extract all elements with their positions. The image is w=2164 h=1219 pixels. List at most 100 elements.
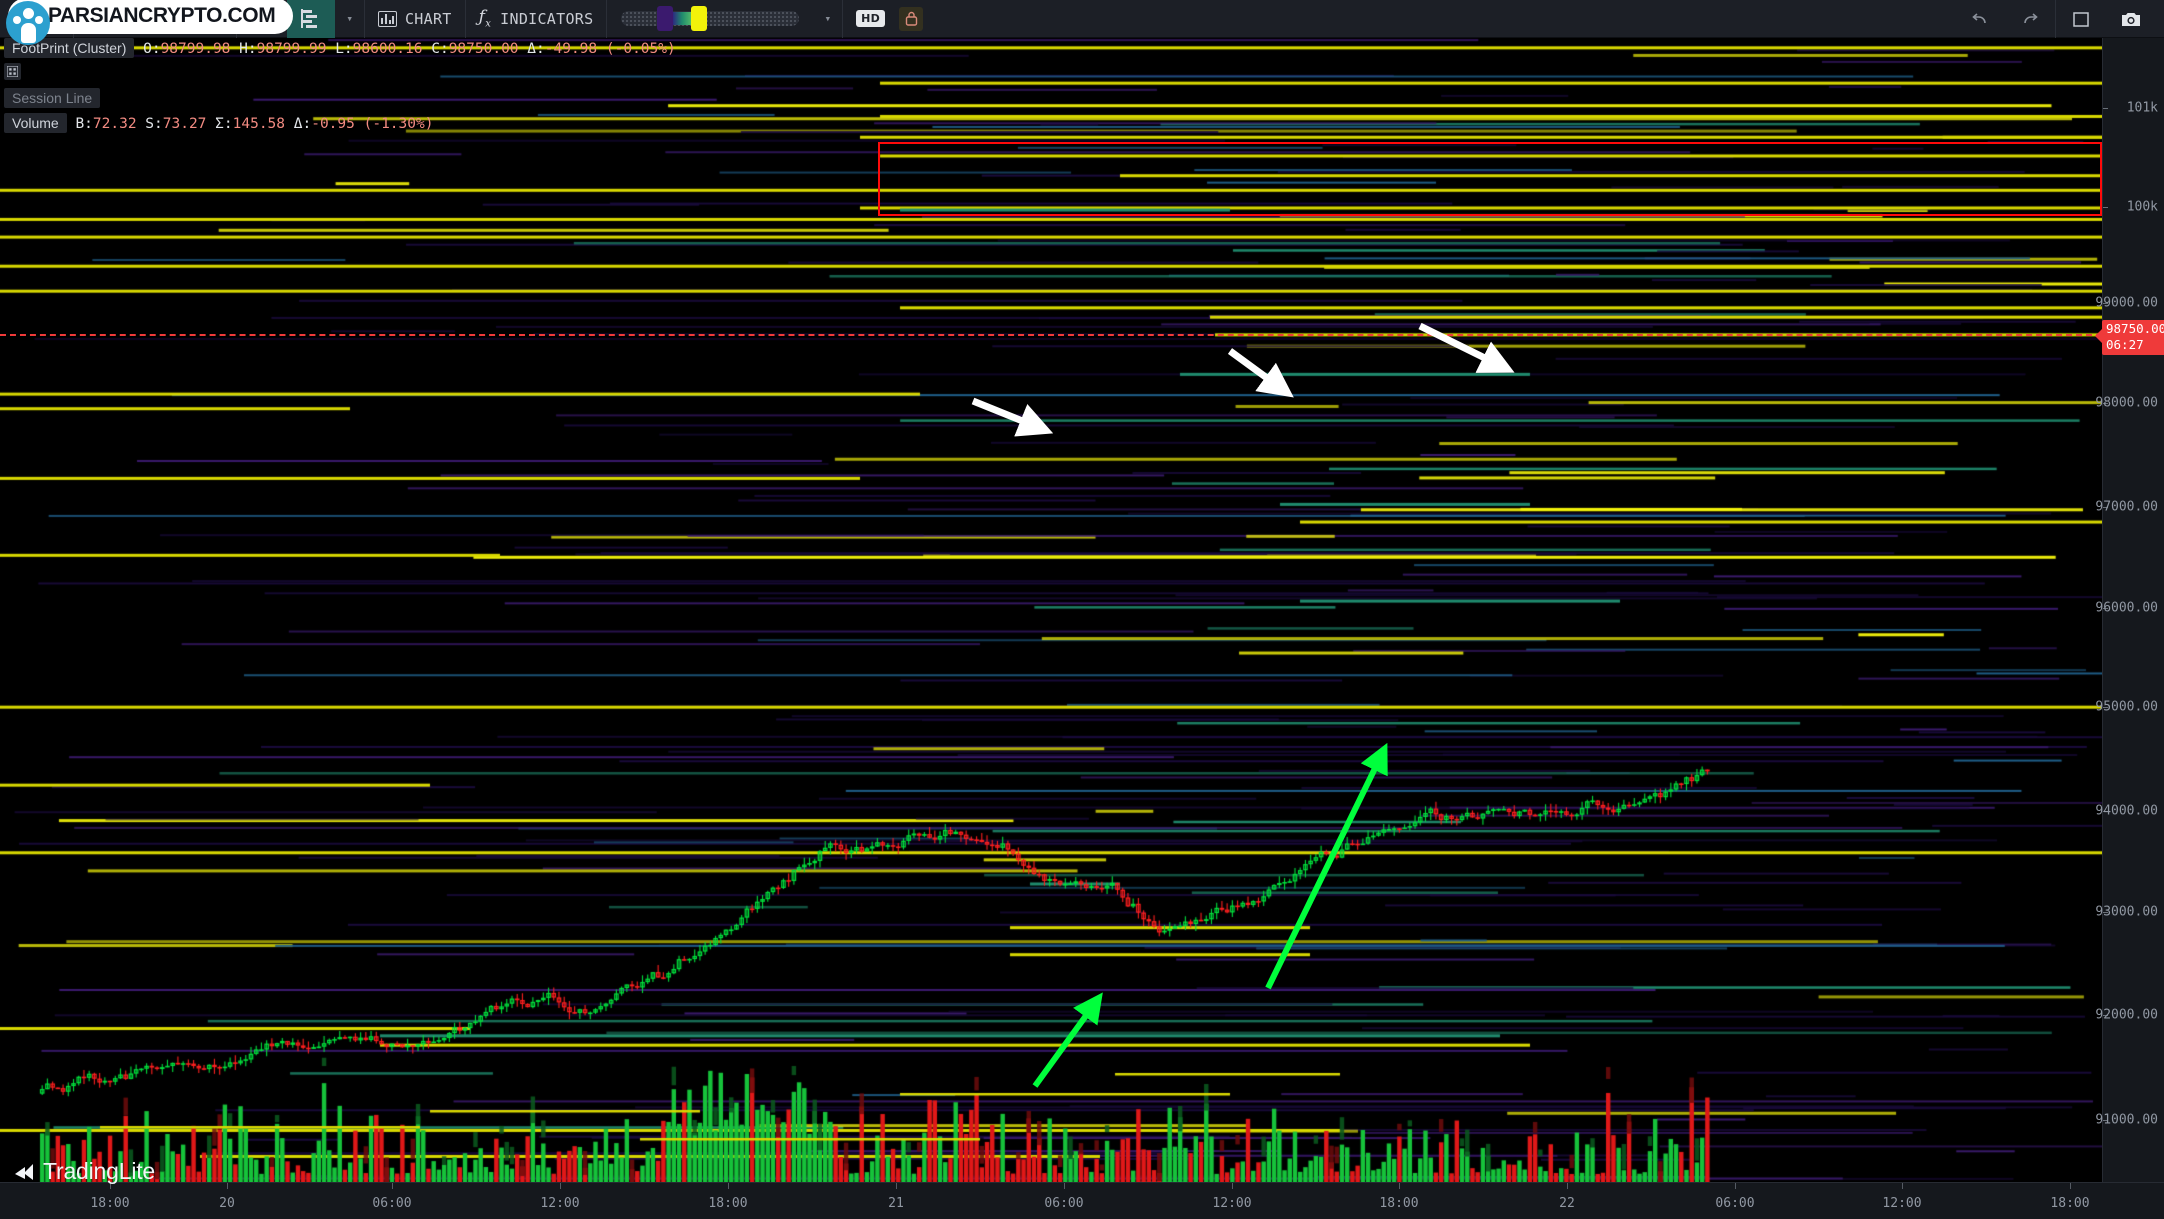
lock-icon[interactable]: [899, 6, 924, 31]
layers-icon: [301, 8, 321, 29]
ohlc-high-value: 98799.99: [256, 41, 327, 57]
ohlc-close-value: 98750.00: [448, 41, 519, 57]
top-toolbar: BINANCE BTCUSDT 1m 1h 1D ▾ ▾: [0, 0, 2164, 38]
gradient-preview: [673, 12, 692, 25]
redo-icon: [2024, 12, 2038, 23]
price-tick: [2103, 207, 2108, 208]
hd-quality-button[interactable]: HD: [843, 0, 936, 38]
volume-delta-label: Δ:: [293, 116, 312, 132]
volume-legend-row[interactable]: Volume B:72.32 S:73.27 Σ:145.58 Δ:-0.95 …: [4, 113, 434, 133]
last-price-badge[interactable]: 98750.00 06:27: [2095, 320, 2164, 355]
price-axis-label: 95000.00: [2095, 699, 2158, 715]
footprint-legend-row[interactable]: FootPrint (Cluster) O:98799.98 H:98799.9…: [4, 38, 676, 58]
last-price-time: 06:27: [2106, 337, 2144, 353]
time-tick: [560, 1183, 561, 1189]
fullscreen-button[interactable]: [2056, 0, 2106, 38]
time-tick: [227, 1183, 228, 1189]
undo-icon: [1972, 12, 1986, 23]
time-tick: [1735, 1183, 1736, 1189]
price-axis-label: 92000.00: [2095, 1007, 2158, 1023]
last-price-value: 98750.00: [2106, 321, 2164, 337]
volume-sum-value: 145.58: [232, 116, 286, 132]
time-tick: [1399, 1183, 1400, 1189]
gradient-chevron-icon[interactable]: ▾: [813, 0, 842, 38]
ohlc-low-value: 98600.16: [352, 41, 423, 57]
heatmap-gradient-slider[interactable]: [607, 6, 813, 31]
time-tick: [896, 1183, 897, 1189]
logo-text: PARSIANCRYPTO.COM: [48, 4, 276, 27]
time-axis-label: 20: [219, 1196, 235, 1211]
price-axis-label: 93000.00: [2095, 904, 2158, 920]
last-price-line: [0, 334, 2102, 337]
price-tick: [2103, 108, 2108, 109]
fullscreen-icon: [2073, 11, 2089, 27]
footprint-type-button[interactable]: [287, 0, 336, 38]
ohlc-high-label: H:: [239, 41, 257, 57]
time-tick: [392, 1183, 393, 1189]
parsiancrypto-logo-mark: [6, 1, 50, 45]
time-axis-label: 22: [1559, 1196, 1575, 1211]
ohlc-low-label: L:: [335, 41, 353, 57]
session-line-label: Session Line: [4, 88, 101, 108]
price-axis-label: 99000.00: [2095, 295, 2158, 311]
volume-sum-label: Σ:: [215, 116, 233, 132]
time-tick: [728, 1183, 729, 1189]
supply-zone-rectangle[interactable]: [878, 142, 2102, 216]
ohlc-open-label: O:: [143, 41, 161, 57]
time-tick: [2070, 1183, 2071, 1189]
footprint-settings-icon[interactable]: [4, 63, 21, 80]
time-axis[interactable]: 18:00 20 06:00 12:00 18:00 21 06:00 12:00 18:00 2…: [0, 1182, 2164, 1219]
gradient-track[interactable]: [621, 6, 800, 31]
volume-series-label: Volume: [4, 113, 67, 133]
time-axis-label: 18:00: [1379, 1196, 1419, 1211]
undo-button[interactable]: [1955, 0, 2005, 38]
time-axis-label: 12:00: [540, 1196, 580, 1211]
price-axis-label: 94000.00: [2095, 803, 2158, 819]
camera-icon: [2122, 12, 2140, 26]
ohlc-open-value: 98799.98: [160, 41, 231, 57]
time-tick: [1902, 1183, 1903, 1189]
ohlc-close-label: C:: [431, 41, 449, 57]
toolbar-right-group: [1955, 0, 2164, 38]
tradinglite-watermark: TradingLite: [14, 1158, 155, 1185]
time-tick: [1567, 1183, 1568, 1189]
chart-button[interactable]: CHART: [365, 0, 465, 38]
time-tick: [1064, 1183, 1065, 1189]
time-axis-label: 06:00: [1715, 1196, 1755, 1211]
ohlc-delta-label: Δ:: [527, 41, 545, 57]
tradinglite-logo-icon: [15, 1163, 33, 1180]
volume-buy-value: 72.32: [92, 116, 137, 132]
price-axis-label: 97000.00: [2095, 499, 2158, 515]
screenshot-button[interactable]: [2106, 0, 2164, 38]
time-axis-label: 12:00: [1212, 1196, 1252, 1211]
price-axis-label: 100k: [2126, 199, 2158, 215]
price-axis-label: 101k: [2126, 100, 2158, 116]
lock-glyph: [905, 11, 917, 26]
footprint-settings-row[interactable]: [4, 63, 21, 81]
indicators-button[interactable]: ƒx INDICATORS: [466, 0, 607, 38]
chart-button-label: CHART: [404, 9, 452, 28]
volume-sell-label: S:: [145, 116, 163, 132]
hd-badge-label: HD: [856, 10, 886, 27]
chart-type-chevron-icon[interactable]: ▾: [335, 0, 364, 38]
chart-plot-area[interactable]: [0, 38, 2102, 1182]
time-axis-label: 06:00: [1044, 1196, 1084, 1211]
session-line-legend-row[interactable]: Session Line: [4, 88, 101, 108]
volume-delta-pct: (-1.30%): [363, 116, 434, 132]
parsiancrypto-logo: PARSIANCRYPTO.COM: [8, 0, 294, 34]
redo-button[interactable]: [2005, 0, 2055, 38]
grid-glyph: [7, 66, 18, 77]
price-axis[interactable]: 101k 100k 99000.00 98000.00 97000.00 96000.00…: [2095, 38, 2164, 1182]
price-axis-label: 98000.00: [2095, 395, 2158, 411]
gradient-handle-low[interactable]: [657, 6, 674, 31]
time-axis-label: 18:00: [90, 1196, 130, 1211]
ohlc-delta-pct: (-0.05%): [605, 41, 676, 57]
volume-sell-value: 73.27: [162, 116, 207, 132]
time-axis-label: 18:00: [2050, 1196, 2090, 1211]
price-axis-label: 91000.00: [2095, 1112, 2158, 1128]
volume-buy-label: B:: [75, 116, 93, 132]
ohlc-delta-value: -49.98: [544, 41, 598, 57]
indicators-button-label: INDICATORS: [500, 9, 594, 28]
fx-icon: ƒx: [478, 7, 492, 30]
gradient-handle-high[interactable]: [691, 6, 708, 31]
